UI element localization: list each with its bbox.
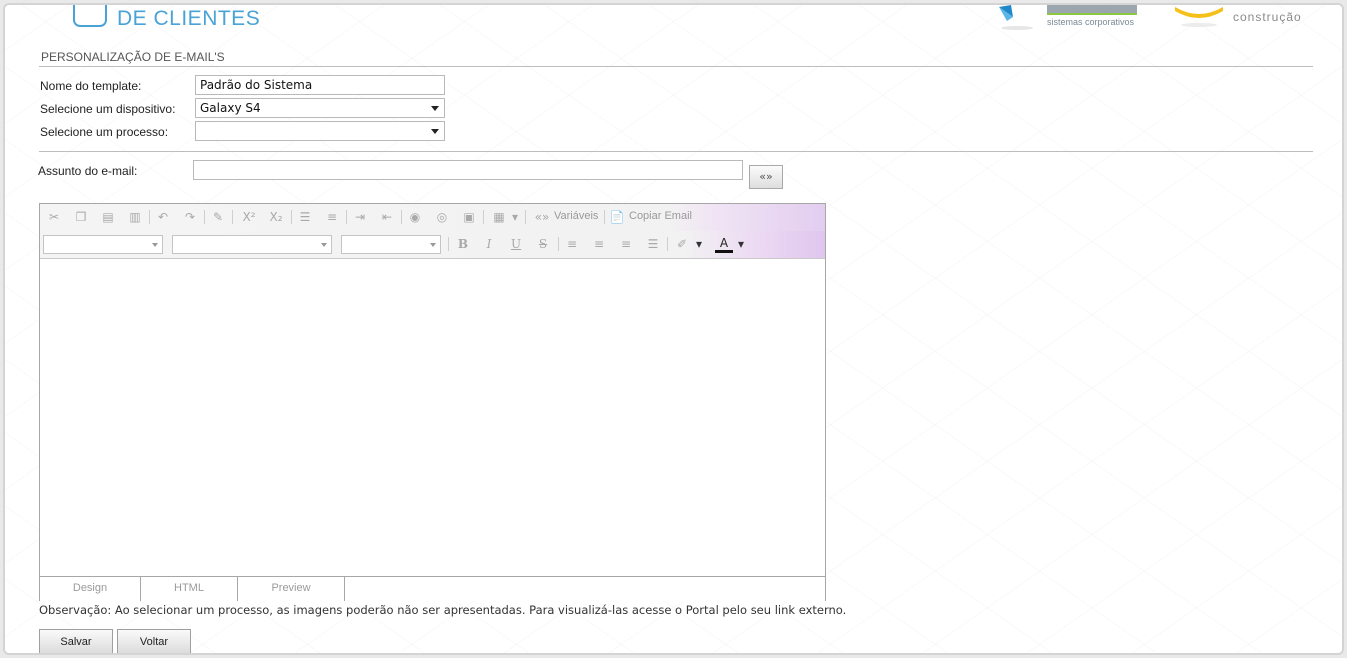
underline-icon[interactable]: U bbox=[507, 236, 525, 253]
variables-label[interactable]: Variáveis bbox=[554, 210, 598, 222]
toolbar-separator bbox=[291, 210, 292, 224]
paragraph-style-select[interactable] bbox=[43, 235, 163, 254]
toolbar-separator bbox=[149, 210, 150, 224]
toolbar-separator bbox=[401, 210, 402, 224]
superscript-icon[interactable]: X² bbox=[240, 209, 258, 226]
copy-icon[interactable]: ❐ bbox=[72, 209, 90, 226]
device-select-value: Galaxy S4 bbox=[200, 101, 261, 115]
form-divider bbox=[39, 151, 1313, 152]
outdent-icon[interactable]: ⇤ bbox=[378, 209, 396, 226]
tab-design[interactable]: Design bbox=[40, 577, 141, 601]
toolbar-separator bbox=[204, 210, 205, 224]
tab-preview[interactable]: Preview bbox=[238, 577, 345, 601]
chevron-down-icon bbox=[321, 243, 327, 247]
template-name-input[interactable]: Padrão do Sistema bbox=[195, 75, 445, 95]
app-frame: DE CLIENTES sistemas corporativos constr… bbox=[3, 3, 1344, 655]
tab-html[interactable]: HTML bbox=[141, 577, 238, 601]
align-left-icon[interactable]: ≡ bbox=[563, 236, 581, 253]
format-paint-icon[interactable]: ✎ bbox=[209, 209, 227, 226]
brand-title: DE CLIENTES bbox=[117, 7, 261, 30]
paste-icon[interactable]: ▤ bbox=[99, 209, 117, 226]
undo-icon[interactable]: ↶ bbox=[154, 209, 172, 226]
toolbar-separator bbox=[232, 210, 233, 224]
table-icon[interactable]: ▦ bbox=[490, 209, 508, 226]
back-button[interactable]: Voltar bbox=[117, 629, 191, 653]
font-color-dropdown-icon[interactable]: ▾ bbox=[736, 236, 746, 253]
process-select[interactable] bbox=[195, 121, 445, 141]
font-size-select[interactable] bbox=[341, 235, 441, 254]
editor-mode-tabs: Design HTML Preview bbox=[40, 576, 825, 601]
brand-logo-icon bbox=[73, 5, 107, 27]
align-center-icon[interactable]: ≡ bbox=[590, 236, 608, 253]
link-icon[interactable]: ◉ bbox=[406, 209, 424, 226]
unlink-icon[interactable]: ◎ bbox=[433, 209, 451, 226]
chevron-down-icon bbox=[431, 129, 439, 134]
image-icon[interactable]: ▣ bbox=[460, 209, 478, 226]
toolbar-separator bbox=[448, 237, 449, 251]
align-justify-icon[interactable]: ☰ bbox=[644, 236, 662, 253]
italic-icon[interactable]: I bbox=[480, 236, 498, 253]
font-family-select[interactable] bbox=[172, 235, 332, 254]
device-select[interactable]: Galaxy S4 bbox=[195, 98, 445, 118]
highlight-icon[interactable]: ✐ bbox=[673, 236, 691, 253]
page-title: PERSONALIZAÇÃO DE E-MAIL'S bbox=[41, 50, 225, 64]
toolbar-separator bbox=[558, 237, 559, 251]
copy-email-icon[interactable]: 📄 bbox=[608, 209, 626, 226]
subscript-icon[interactable]: X₂ bbox=[267, 209, 285, 226]
toolbar-separator bbox=[604, 210, 605, 224]
indent-icon[interactable]: ⇥ bbox=[351, 209, 369, 226]
template-name-label: Nome do template: bbox=[40, 79, 142, 93]
strikethrough-icon[interactable]: S bbox=[534, 236, 552, 253]
subject-label: Assunto do e-mail: bbox=[38, 164, 138, 178]
table-dropdown-icon[interactable]: ▾ bbox=[510, 209, 520, 226]
process-label: Selecione um processo: bbox=[40, 125, 169, 139]
toolbar-separator bbox=[346, 210, 347, 224]
chevron-down-icon bbox=[152, 243, 158, 247]
partner-logo-subtitle: sistemas corporativos bbox=[1047, 17, 1135, 27]
editor-toolbar-top: ✂ ❐ ▤ ▥ ↶ ↷ ✎ X² X₂ ☰ ≡ ⇥ ⇤ ◉ ◎ ▣ ▦ ▾ «»… bbox=[40, 204, 825, 231]
editor-toolbar-format: B I U S ≡ ≡ ≡ ☰ ✐ ▾ A ▾ bbox=[40, 231, 825, 259]
email-editor: ✂ ❐ ▤ ▥ ↶ ↷ ✎ X² X₂ ☰ ≡ ⇥ ⇤ ◉ ◎ ▣ ▦ ▾ «»… bbox=[39, 203, 826, 601]
bullet-list-icon[interactable]: ≡ bbox=[323, 209, 341, 226]
toolbar-separator bbox=[483, 210, 484, 224]
chevron-down-icon bbox=[430, 243, 436, 247]
bold-icon[interactable]: B bbox=[454, 236, 472, 253]
construction-logo-subtitle: construção bbox=[1233, 10, 1302, 24]
font-color-icon[interactable]: A bbox=[715, 236, 733, 253]
paste-word-icon[interactable]: ▥ bbox=[126, 209, 144, 226]
device-label: Selecione um dispositivo: bbox=[40, 102, 176, 116]
editor-content-area[interactable] bbox=[40, 259, 825, 575]
insert-variable-button[interactable]: «» bbox=[749, 165, 783, 189]
redo-icon[interactable]: ↷ bbox=[181, 209, 199, 226]
toolbar-separator bbox=[525, 210, 526, 224]
title-divider bbox=[39, 66, 1313, 67]
subject-input[interactable] bbox=[193, 160, 743, 180]
toolbar-separator bbox=[667, 237, 668, 251]
construction-logo-icon bbox=[1175, 7, 1223, 27]
highlight-dropdown-icon[interactable]: ▾ bbox=[694, 236, 704, 253]
variables-icon[interactable]: «» bbox=[532, 209, 552, 226]
align-right-icon[interactable]: ≡ bbox=[617, 236, 635, 253]
ordered-list-icon[interactable]: ☰ bbox=[296, 209, 314, 226]
cut-icon[interactable]: ✂ bbox=[45, 209, 63, 226]
chevron-down-icon bbox=[431, 106, 439, 111]
observation-note: Observação: Ao selecionar um processo, a… bbox=[39, 603, 847, 617]
save-button[interactable]: Salvar bbox=[39, 629, 113, 653]
copy-email-label[interactable]: Copiar Email bbox=[629, 210, 692, 222]
